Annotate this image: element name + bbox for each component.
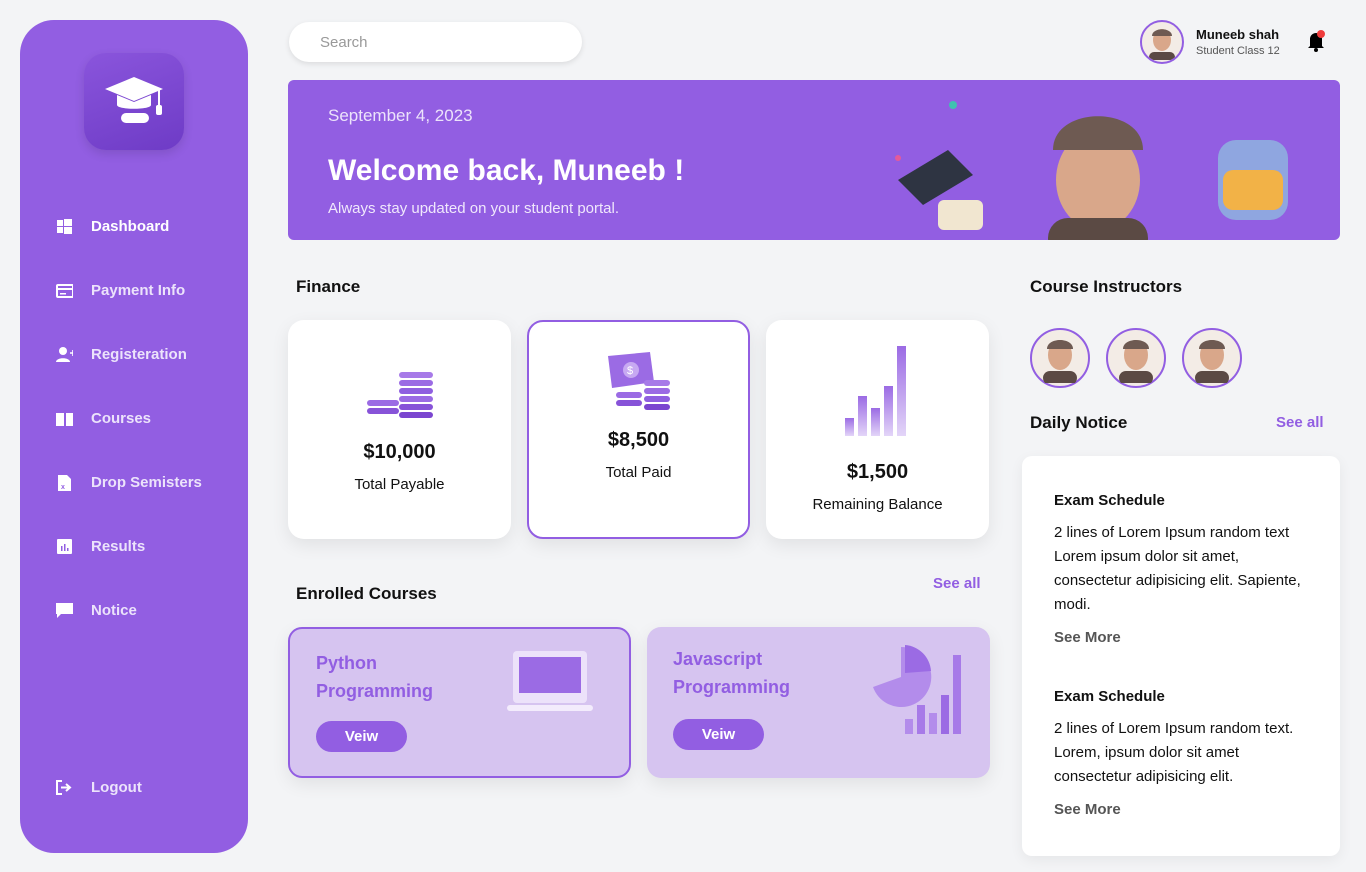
course-instructors-title: Course Instructors: [1030, 277, 1183, 296]
notice-panel: Exam Schedule 2 lines of Lorem Ipsum ran…: [1022, 456, 1340, 856]
avatar: [1140, 20, 1184, 64]
daily-notice-title: Daily Notice: [1030, 413, 1128, 432]
course-title-line2: Programming: [673, 677, 791, 697]
windows-icon: [56, 219, 73, 234]
file-x-icon: x: [56, 474, 73, 491]
finance-card-remaining-balance: $1,500 Remaining Balance: [766, 320, 989, 539]
course-view-button[interactable]: Veiw: [316, 721, 407, 752]
finance-amount: $10,000: [363, 441, 436, 463]
money-icon: $: [607, 352, 670, 410]
notice-item: Exam Schedule 2 lines of Lorem Ipsum ran…: [1054, 688, 1319, 818]
notice-text: 2 lines of Lorem Ipsum random text. Lore…: [1054, 720, 1294, 785]
sidebar-item-courses[interactable]: Courses: [56, 410, 151, 427]
notice-text: 2 lines of Lorem Ipsum random text Lorem…: [1054, 524, 1301, 613]
course-card-javascript[interactable]: Javascript Programming Veiw: [647, 627, 990, 778]
pie-chart-icon: [873, 645, 961, 734]
graduation-cap-logo: [84, 53, 184, 150]
laptop-icon: [507, 651, 593, 711]
sidebar-item-notice[interactable]: Notice: [56, 602, 137, 619]
sidebar-item-label: Payment Info: [91, 282, 186, 299]
sidebar-item-label: Notice: [91, 602, 137, 619]
sidebar-item-drop-semisters[interactable]: x Drop Semisters: [56, 474, 202, 491]
finance-title: Finance: [296, 277, 361, 296]
sidebar-item-label: Registeration: [91, 346, 187, 363]
logout-button[interactable]: Logout: [56, 779, 142, 796]
sidebar-item-label: Results: [91, 538, 146, 555]
courses-see-all-link[interactable]: See all: [933, 575, 981, 592]
credit-card-icon: [56, 283, 73, 298]
search-input[interactable]: [289, 22, 582, 62]
finance-card-total-payable: $10,000 Total Payable: [288, 320, 511, 539]
welcome-banner: September 4, 2023 Welcome back, Muneeb !…: [288, 80, 1340, 240]
sidebar-item-label: Courses: [91, 410, 152, 427]
instructor-avatar[interactable]: [1030, 328, 1090, 388]
sidebar: Dashboard Payment Info Registeration Cou…: [20, 20, 248, 853]
enrolled-courses-title: Enrolled Courses: [296, 584, 437, 603]
banner-title: Welcome back, Muneeb !: [328, 154, 685, 187]
user-name: Muneeb shah: [1196, 27, 1280, 42]
finance-card-total-paid: $ $8,500 Total Paid: [527, 320, 750, 539]
sidebar-item-payment-info[interactable]: Payment Info: [56, 282, 185, 299]
user-class: Student Class 12: [1196, 45, 1280, 57]
finance-amount: $8,500: [607, 429, 670, 451]
logout-icon: [56, 780, 73, 795]
sidebar-item-label: Drop Semisters: [91, 474, 202, 491]
banner-subtitle: Always stay updated on your student port…: [328, 200, 620, 217]
finance-amount: $1,500: [846, 461, 909, 483]
instructor-avatar[interactable]: [1182, 328, 1242, 388]
user-profile[interactable]: Muneeb shah Student Class 12: [1140, 20, 1280, 64]
banner-date: September 4, 2023: [328, 106, 473, 125]
finance-label: Total Paid: [605, 464, 672, 481]
svg-text:$: $: [627, 365, 633, 377]
finance-label: Remaining Balance: [812, 496, 943, 513]
sidebar-item-dashboard[interactable]: Dashboard: [56, 218, 169, 235]
sidebar-item-label: Dashboard: [91, 218, 170, 235]
bar-chart-icon: [844, 346, 906, 436]
course-title-line1: Python: [316, 653, 377, 673]
sidebar-item-results[interactable]: Results: [56, 538, 145, 555]
banner-illustration: [895, 101, 1288, 240]
see-more-link[interactable]: See More: [1054, 801, 1319, 818]
svg-text:x: x: [61, 484, 65, 491]
chart-icon: [56, 539, 73, 554]
message-icon: [56, 602, 73, 618]
bell-icon[interactable]: [1306, 30, 1326, 57]
course-title-line2: Programming: [316, 681, 434, 701]
coins-icon: [366, 372, 433, 418]
sidebar-item-registeration[interactable]: Registeration: [56, 346, 187, 363]
notice-item: Exam Schedule 2 lines of Lorem Ipsum ran…: [1054, 492, 1319, 646]
course-view-button[interactable]: Veiw: [673, 719, 764, 750]
user-plus-icon: [56, 347, 73, 362]
notice-title: Exam Schedule: [1054, 492, 1165, 509]
finance-label: Total Payable: [354, 476, 445, 493]
see-more-link[interactable]: See More: [1054, 629, 1319, 646]
book-icon: [56, 411, 73, 426]
notice-see-all-link[interactable]: See all: [1276, 414, 1324, 431]
notice-title: Exam Schedule: [1054, 688, 1165, 705]
course-card-python[interactable]: Python Programming Veiw: [288, 627, 631, 778]
course-title-line1: Javascript: [673, 649, 763, 669]
instructor-avatar[interactable]: [1106, 328, 1166, 388]
logout-label: Logout: [91, 779, 142, 796]
